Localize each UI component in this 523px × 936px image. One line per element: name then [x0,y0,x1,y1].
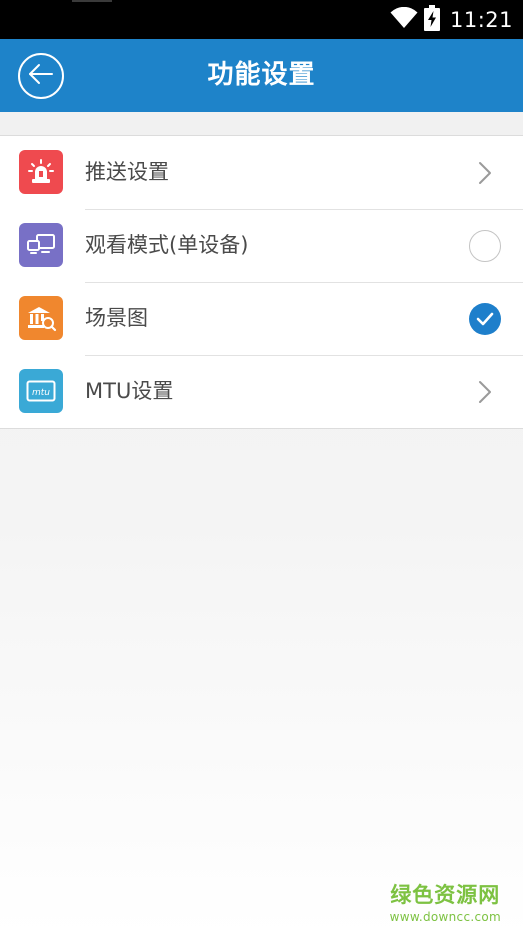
status-bar: 11:21 [0,0,523,39]
watermark-title: 绿色资源网 [390,883,501,907]
siren-alarm-icon [19,150,63,194]
wifi-icon [390,6,418,33]
watermark: 绿色资源网 www.downcc.com [390,879,501,924]
radio-unchecked-icon[interactable] [469,229,501,262]
devices-icon [19,223,63,267]
list-item-push-settings[interactable]: 推送设置 [0,136,523,209]
list-item-scene-map[interactable]: 场景图 [0,282,523,355]
building-map-icon [19,296,63,340]
list-item-watch-mode[interactable]: 观看模式(单设备) [0,209,523,282]
svg-text:mtu: mtu [32,388,50,398]
status-icons: 11:21 [390,0,513,39]
list-item-label: 场景图 [85,306,148,330]
app-bar: 功能设置 [0,39,523,112]
chevron-right-icon [469,157,501,189]
status-bar-notch [72,0,112,2]
arrow-left-icon [28,63,54,89]
list-item-mtu-settings[interactable]: mtu MTU设置 [0,355,523,428]
settings-list: 推送设置 观看模式(单设备) 场景图 mtu MTU设置 [0,135,523,429]
radio-checked-icon[interactable] [469,302,501,335]
screen: 11:21 功能设置 推送设置 观看模式(单设备) 场景图 mtu MTU设置 … [0,0,523,936]
list-item-label: 推送设置 [85,160,169,184]
list-item-label: MTU设置 [85,379,174,403]
chevron-right-icon [469,376,501,408]
watermark-url: www.downcc.com [389,910,501,924]
mtu-icon: mtu [19,369,63,413]
page-title: 功能设置 [207,60,316,90]
list-item-label: 观看模式(单设备) [85,233,249,257]
back-button[interactable] [18,53,64,99]
battery-charging-icon [423,4,440,35]
status-time: 11:21 [449,7,513,32]
